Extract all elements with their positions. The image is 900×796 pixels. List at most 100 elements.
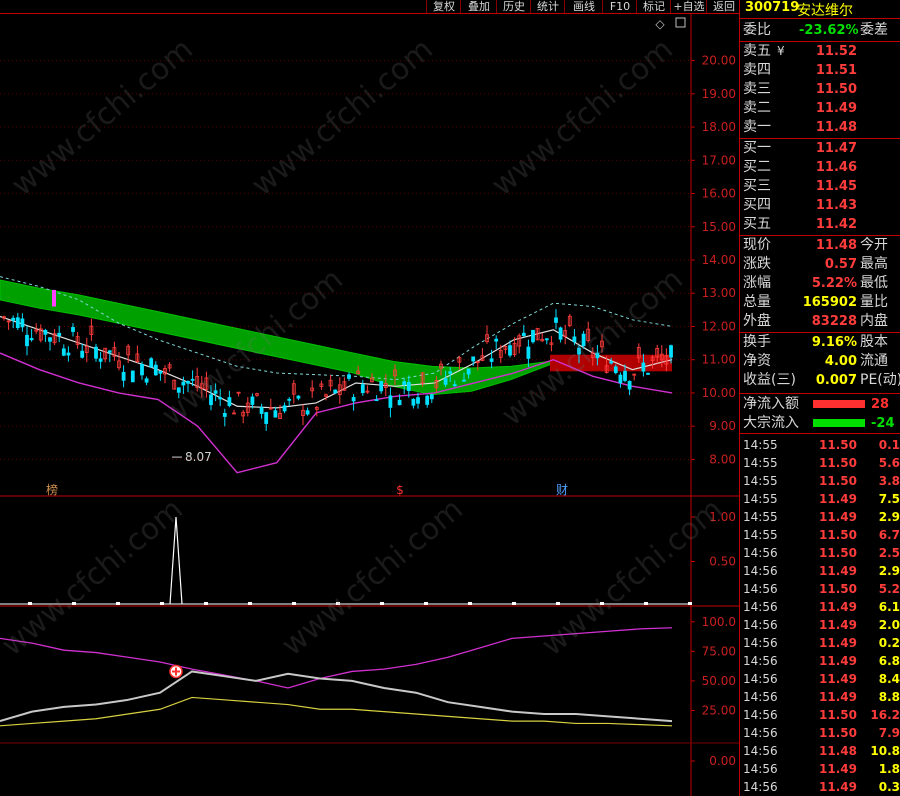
osc-tick-label: 75.00: [702, 644, 736, 658]
candle-body: [158, 370, 163, 374]
ask-row-1: 卖四 11.51: [743, 61, 900, 80]
tick-time: 14:55: [743, 492, 778, 506]
osc-tick-label: 25.00: [702, 703, 736, 717]
candle-body: [61, 348, 66, 356]
tick-volume: 8.4: [878, 672, 900, 686]
osc-tick-label: 100.0: [702, 615, 736, 629]
y-tick-label: 17.00: [702, 153, 736, 167]
y-tick-label: 11.00: [702, 353, 736, 367]
candle-body: [623, 370, 627, 381]
tick-row: 14:55 11.49 2.9: [743, 508, 900, 526]
osc-white-line: [0, 670, 673, 723]
tick-price: 11.50: [819, 528, 857, 542]
quote-row-2: 涨幅 5.22% 最低: [743, 274, 900, 293]
stats-row-2-value: 0.007: [815, 373, 857, 388]
stats-row-2-label2: PE(动): [860, 372, 900, 388]
stock-name: 安达维尔: [797, 3, 853, 19]
tick-volume: 10.8: [870, 744, 900, 758]
volume-dot: [160, 602, 164, 605]
tick-row: 14:56 11.49 8.8: [743, 688, 900, 706]
candle-body: [531, 329, 535, 343]
tick-time: 14:56: [743, 546, 778, 560]
candle-body: [448, 371, 453, 374]
candle-body: [669, 345, 673, 358]
tick-volume: 5.6: [878, 456, 900, 470]
candle-body: [11, 317, 16, 321]
quote-row-2-value: 5.22%: [811, 276, 857, 291]
bid-row-2-label: 买三: [743, 178, 771, 194]
candle-body: [296, 395, 301, 399]
ask-row-0-label: 卖五: [743, 43, 771, 59]
tick-price: 11.49: [819, 762, 857, 776]
y-tick-label: 16.00: [702, 187, 736, 201]
tick-time: 14:55: [743, 438, 778, 452]
tick-row: 14:56 11.48 10.8: [743, 742, 900, 760]
flow-bar: [813, 419, 865, 427]
quote-row-3-value: 165902: [802, 295, 857, 310]
header-divider: [740, 18, 900, 19]
y-tick-label: 10.00: [702, 386, 736, 400]
flow-value: 28: [871, 397, 890, 412]
quote-row-4-label2: 内盘: [860, 313, 888, 329]
window-icon: [675, 17, 686, 28]
quote-row-3: 总量 165902 量比: [743, 293, 900, 312]
tick-volume: 5.2: [878, 582, 900, 596]
tick-row: 14:56 11.50 5.2: [743, 580, 900, 598]
tick-price: 11.49: [819, 672, 857, 686]
quote-row-4: 外盘 83228 内盘: [743, 312, 900, 331]
stats-flow-divider: [740, 393, 900, 394]
candle-body: [471, 356, 476, 362]
bid-row-0-label: 买一: [743, 140, 771, 156]
candle-body: [15, 317, 20, 329]
candle-body: [360, 384, 365, 394]
volume-dot: [292, 602, 296, 605]
volume-dot: [468, 602, 472, 605]
candle-body: [402, 381, 407, 386]
candle-body: [494, 338, 499, 342]
vol-tick-label: 0.50: [709, 555, 736, 569]
stats-row-1-value: 4.00: [824, 354, 857, 369]
candle-body: [462, 379, 466, 382]
candle-body: [144, 378, 149, 383]
tick-time: 14:55: [743, 456, 778, 470]
candle-body: [425, 395, 430, 405]
tick-time: 14:56: [743, 636, 778, 650]
candle-body: [80, 350, 85, 358]
candle-body: [149, 358, 154, 368]
candle-body: [273, 410, 278, 418]
osc-tick-label: 50.00: [702, 674, 736, 688]
ask-row-3: 卖二 11.49: [743, 99, 900, 118]
candle-body: [508, 345, 512, 356]
flow-row-0: 净流入额 28: [743, 395, 900, 414]
tick-volume: 2.0: [878, 618, 900, 632]
candle-body: [613, 366, 618, 374]
bid-row-4-label: 买五: [743, 216, 771, 232]
tick-row: 14:56 11.49 6.8: [743, 652, 900, 670]
tick-volume: 2.5: [878, 546, 900, 560]
candle-body: [94, 346, 98, 359]
quote-row-3-label: 总量: [743, 294, 771, 310]
tick-price: 11.49: [819, 510, 857, 524]
event-marker: $: [396, 483, 404, 497]
candle-body: [98, 358, 103, 362]
tick-volume: 0.2: [878, 636, 900, 650]
bid-row-1: 买二 11.46: [743, 158, 900, 177]
candle-body: [333, 389, 338, 394]
bid-row-2-value: 11.45: [815, 179, 857, 194]
flow-bar: [813, 400, 865, 408]
event-marker: 榜: [46, 482, 58, 497]
candle-body: [107, 350, 112, 353]
tick-time: 14:56: [743, 582, 778, 596]
order-ratio-label: 委比: [743, 22, 771, 38]
candle-body: [282, 405, 287, 412]
candle-body: [466, 368, 471, 375]
tick-volume: 6.1: [878, 600, 900, 614]
tick-price: 11.49: [819, 618, 857, 632]
tick-volume: 1.8: [878, 762, 900, 776]
yen-mark: ¥: [777, 44, 785, 58]
quote-row-0-label2: 今开: [860, 237, 888, 253]
tick-row: 14:55 11.50 3.8: [743, 472, 900, 490]
tick-price: 11.50: [819, 546, 857, 560]
volume-dot: [688, 602, 692, 605]
tick-price: 11.49: [819, 492, 857, 506]
